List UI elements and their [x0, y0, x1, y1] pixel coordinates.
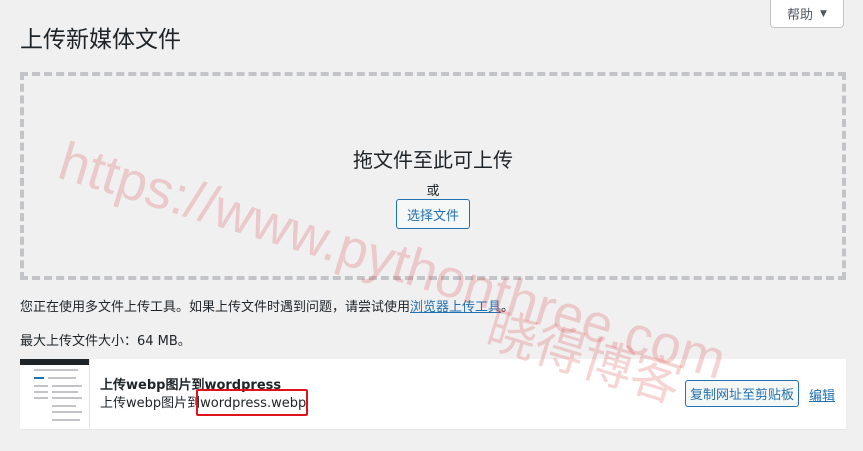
multi-note-suffix: 。: [501, 300, 515, 315]
max-upload-size: 最大上传文件大小：64 MB。: [20, 334, 191, 349]
annotation-highlight-box: [196, 389, 308, 416]
multi-uploader-note: 您正在使用多文件上传工具。如果上传文件时遇到问题，请尝试使用浏览器上传工具。: [20, 296, 514, 315]
help-tab-label: 帮助: [787, 8, 814, 23]
copy-url-button[interactable]: 复制网址至剪贴板: [685, 380, 799, 407]
or-text: 或: [426, 184, 440, 199]
multi-note-prefix: 您正在使用多文件上传工具。如果上传文件时遇到问题，请尝试使用: [20, 300, 411, 315]
select-files-button[interactable]: 选择文件: [396, 199, 470, 229]
edit-link[interactable]: 编辑: [809, 385, 835, 404]
browser-uploader-link[interactable]: 浏览器上传工具: [410, 300, 501, 315]
filename-prefix: 上传webp图片到: [100, 396, 201, 411]
help-tab[interactable]: 帮助 ▼: [770, 0, 844, 28]
media-item: 上传webp图片到wordpress 上传webp图片到wordpress.we…: [20, 359, 846, 429]
drop-instructions: 拖文件至此可上传: [353, 148, 513, 172]
page-title: 上传新媒体文件: [20, 27, 181, 53]
chevron-down-icon: ▼: [820, 8, 827, 19]
media-thumbnail: [20, 359, 90, 429]
drop-zone[interactable]: 拖文件至此可上传 或 选择文件: [20, 72, 846, 280]
